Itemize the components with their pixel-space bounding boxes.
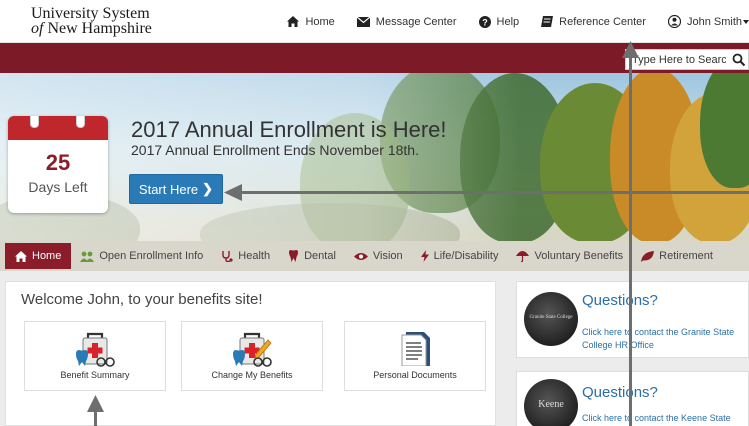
nav-help-label: Help	[496, 15, 520, 28]
tab-life-disability-label: Life/Disability	[433, 250, 499, 262]
contact-keene-state-link[interactable]: Click here to contact the Keene State	[582, 412, 747, 425]
contact-granite-state-hr-link[interactable]: Click here to contact the Granite State …	[582, 326, 747, 352]
start-here-label: Start Here	[138, 181, 199, 197]
change-my-benefits-card[interactable]: Change My Benefits	[181, 321, 323, 391]
annotation-arrow	[240, 191, 749, 194]
stethoscope-icon	[222, 251, 233, 262]
calendar-ring	[76, 116, 85, 128]
hero-title: 2017 Annual Enrollment is Here!	[131, 117, 447, 142]
days-label: Days Left	[28, 179, 88, 195]
questions-box-granite-state: Granite State College Questions? Click h…	[516, 281, 749, 358]
logo-line1: University System	[31, 5, 150, 22]
welcome-heading: Welcome John, to your benefits site!	[21, 291, 263, 308]
arrow-head-left-icon	[224, 184, 242, 201]
book-icon	[541, 16, 554, 27]
days-left-calendar: 25 Days Left	[8, 116, 108, 213]
arrow-head-up-icon	[87, 395, 104, 412]
arrow-head-up-icon	[622, 41, 639, 58]
nav-message-center[interactable]: Message Center	[356, 15, 457, 28]
nav-reference-center[interactable]: Reference Center	[541, 16, 646, 28]
benefit-summary-card[interactable]: Benefit Summary	[24, 321, 166, 391]
start-here-button[interactable]: Start Here ❯	[129, 174, 223, 204]
days-count: 25	[45, 150, 71, 175]
home-icon	[15, 250, 27, 262]
hero-banner: 25 Days Left 2017 Annual Enrollment is H…	[0, 73, 749, 241]
tab-home-label: Home	[32, 250, 62, 262]
nav-reference-center-label: Reference Center	[559, 15, 646, 28]
granite-state-logo-text: Granite State College	[529, 315, 573, 320]
questions-title: Questions?	[582, 384, 658, 401]
search-icon[interactable]	[732, 53, 746, 67]
nav-message-center-label: Message Center	[375, 15, 457, 28]
leaf-icon	[641, 250, 655, 262]
logo-line2: New Hampshire	[47, 20, 152, 37]
welcome-panel: Welcome John, to your benefits site! Ben…	[5, 281, 496, 426]
tooth-icon	[289, 250, 299, 262]
questions-box-keene-state: Keene Questions? Click here to contact t…	[516, 371, 749, 426]
search-box	[625, 49, 749, 70]
benefits-tab-bar: Home Open Enrollment Info Health Dental …	[0, 241, 749, 271]
tab-dental[interactable]: Dental	[279, 241, 345, 271]
tab-dental-label: Dental	[304, 250, 336, 262]
calendar-ring	[30, 116, 39, 128]
svg-text:?: ?	[482, 17, 488, 27]
tab-voluntary-benefits-label: Voluntary Benefits	[534, 250, 624, 262]
user-icon	[667, 15, 681, 28]
envelope-icon	[356, 16, 370, 27]
tab-open-enrollment-label: Open Enrollment Info	[99, 250, 204, 262]
nav-user-menu[interactable]: John Smith	[667, 15, 749, 28]
top-nav: Home Message Center ? Help Reference Cen…	[265, 0, 749, 43]
tab-life-disability[interactable]: Life/Disability	[412, 241, 508, 271]
annotation-arrow	[629, 56, 632, 426]
calendar-header	[8, 116, 108, 140]
annotation-arrow	[94, 410, 97, 426]
logo-of: of	[31, 20, 44, 37]
tab-open-enrollment-info[interactable]: Open Enrollment Info	[71, 241, 212, 271]
document-icon	[401, 332, 430, 366]
usnh-logo[interactable]: University System of New Hampshire	[31, 5, 152, 37]
tab-retirement-label: Retirement	[659, 250, 713, 262]
top-header: University System of New Hampshire Home …	[0, 0, 749, 43]
questions-title: Questions?	[582, 292, 658, 309]
nav-user-label: John Smith	[686, 15, 742, 28]
personal-documents-label: Personal Documents	[373, 370, 457, 380]
home-icon	[287, 16, 300, 27]
chevron-right-icon: ❯	[202, 181, 214, 196]
benefit-summary-label: Benefit Summary	[60, 370, 130, 380]
tab-retirement[interactable]: Retirement	[632, 241, 722, 271]
tab-voluntary-benefits[interactable]: Voluntary Benefits	[507, 241, 632, 271]
granite-state-college-logo: Granite State College	[524, 292, 578, 346]
people-icon	[80, 251, 95, 262]
search-input[interactable]	[626, 53, 726, 66]
nav-home[interactable]: Home	[287, 15, 335, 28]
question-icon: ?	[478, 15, 491, 28]
tab-health-label: Health	[238, 250, 271, 262]
personal-documents-card[interactable]: Personal Documents	[344, 321, 486, 391]
umbrella-icon	[516, 251, 530, 262]
hero-subtitle: 2017 Annual Enrollment Ends November 18t…	[131, 142, 419, 158]
keene-state-college-logo: Keene	[524, 379, 578, 426]
tab-vision[interactable]: Vision	[345, 241, 412, 271]
change-my-benefits-label: Change My Benefits	[211, 370, 293, 380]
bolt-icon	[420, 250, 429, 262]
medical-kit-icon	[76, 332, 115, 367]
nav-home-label: Home	[305, 15, 335, 28]
nav-help[interactable]: ? Help	[478, 15, 520, 28]
edit-benefits-icon	[233, 332, 272, 367]
caret-down-icon	[743, 19, 749, 24]
keene-logo-text: Keene	[538, 399, 564, 410]
tab-health[interactable]: Health	[212, 241, 279, 271]
tab-vision-label: Vision	[372, 250, 403, 262]
tab-home[interactable]: Home	[5, 243, 72, 269]
eye-icon	[353, 252, 368, 260]
